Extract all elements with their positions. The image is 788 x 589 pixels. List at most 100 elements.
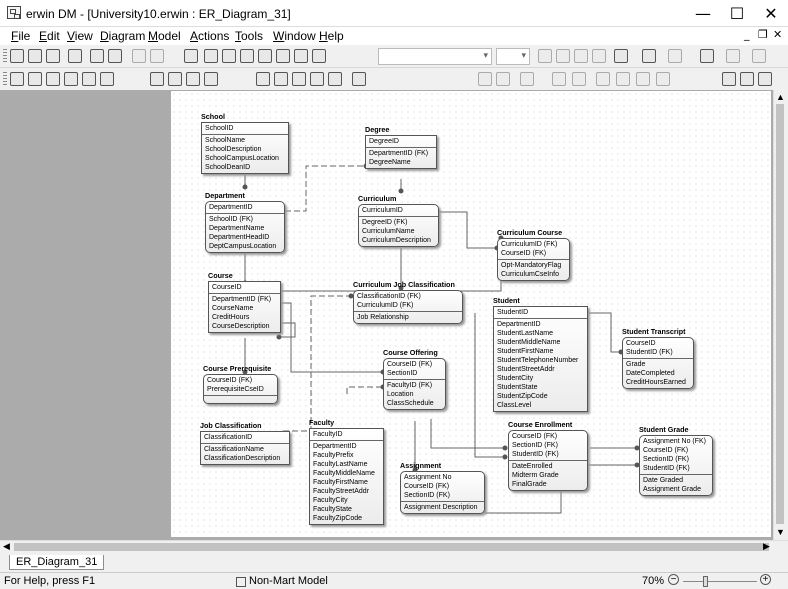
line-color-icon[interactable] bbox=[668, 49, 682, 63]
align-left-icon[interactable] bbox=[478, 72, 492, 86]
italic-icon[interactable] bbox=[556, 49, 570, 63]
entity-curriculum-job-classification[interactable]: Curriculum Job Classification Classifica… bbox=[353, 280, 463, 324]
zoom-slider-thumb[interactable] bbox=[703, 576, 708, 587]
menu-file[interactable]: File bbox=[11, 29, 30, 43]
save-icon[interactable] bbox=[46, 49, 60, 63]
line-style-icon[interactable] bbox=[700, 49, 714, 63]
zoom-selection-icon[interactable] bbox=[204, 72, 218, 86]
entity-faculty[interactable]: Faculty FacultyID DepartmentID FacultyPr… bbox=[309, 418, 384, 525]
entity-course-prerequisite[interactable]: Course Prerequisite CourseID (FK) Prereq… bbox=[203, 364, 278, 404]
zoom-out-button[interactable]: − bbox=[668, 574, 679, 585]
mdi-minimize-button[interactable]: _ bbox=[744, 28, 750, 41]
scroll-up-icon[interactable]: ▲ bbox=[776, 92, 785, 102]
scroll-right-icon[interactable]: ▶ bbox=[763, 541, 770, 552]
distribute-icon[interactable] bbox=[520, 72, 534, 86]
fill-color-icon[interactable] bbox=[642, 49, 656, 63]
font-size-dropdown[interactable] bbox=[496, 48, 530, 65]
pointer-icon[interactable] bbox=[184, 49, 198, 63]
entity-student-grade[interactable]: Student Grade Assignment No (FK) CourseI… bbox=[639, 425, 713, 496]
zoom-fit-icon[interactable] bbox=[186, 72, 200, 86]
model-tree-icon[interactable] bbox=[100, 72, 114, 86]
menu-tools[interactable]: Tools bbox=[235, 29, 263, 43]
bold-icon[interactable] bbox=[538, 49, 552, 63]
menu-help[interactable]: Help bbox=[319, 29, 344, 43]
replace-icon[interactable] bbox=[108, 49, 122, 63]
zoom-in-button[interactable]: + bbox=[760, 574, 771, 585]
toolbar-grip[interactable] bbox=[3, 72, 7, 87]
rotate-icon[interactable] bbox=[596, 72, 610, 86]
zoom-out-icon[interactable] bbox=[150, 72, 164, 86]
table-display-icon[interactable] bbox=[64, 72, 78, 86]
model-explorer-icon[interactable] bbox=[10, 72, 24, 86]
key-icon[interactable] bbox=[656, 72, 670, 86]
minimize-button[interactable]: — bbox=[686, 0, 720, 27]
reverse-engineer-icon[interactable] bbox=[740, 72, 754, 86]
horizontal-scroll-thumb[interactable] bbox=[14, 543, 769, 551]
group-icon[interactable] bbox=[552, 72, 566, 86]
maximize-button[interactable]: ☐ bbox=[720, 0, 754, 27]
strikeout-icon[interactable] bbox=[592, 49, 606, 63]
redo-icon[interactable] bbox=[150, 49, 164, 63]
new-icon[interactable] bbox=[10, 49, 24, 63]
font-name-dropdown[interactable] bbox=[378, 48, 492, 65]
toolbar-grip[interactable] bbox=[3, 49, 7, 64]
fk-display-icon[interactable] bbox=[310, 72, 324, 86]
entity-course-enrollment[interactable]: Course Enrollment CourseID (FK) SectionI… bbox=[508, 420, 588, 491]
entity-course[interactable]: Course CourseID DepartmentID (FK) Course… bbox=[208, 271, 281, 333]
scroll-left-icon[interactable]: ◀ bbox=[3, 541, 10, 552]
undo-icon[interactable] bbox=[132, 49, 146, 63]
subtype-icon[interactable] bbox=[312, 49, 326, 63]
alignment-icon[interactable] bbox=[752, 49, 766, 63]
mdi-close-button[interactable]: ✕ bbox=[773, 28, 782, 41]
scroll-down-icon[interactable]: ▼ bbox=[776, 527, 785, 537]
mdi-restore-button[interactable]: ❐ bbox=[758, 28, 768, 41]
layout-icon[interactable] bbox=[352, 72, 366, 86]
open-icon[interactable] bbox=[28, 49, 42, 63]
view-icon[interactable] bbox=[222, 49, 236, 63]
entity-student[interactable]: Student StudentID DepartmentID StudentLa… bbox=[493, 296, 588, 412]
menu-edit[interactable]: Edit bbox=[39, 29, 60, 43]
attribute-display-icon[interactable] bbox=[82, 72, 96, 86]
entity-icon[interactable] bbox=[204, 49, 218, 63]
entity-department[interactable]: Department DepartmentID SchoolID (FK) De… bbox=[205, 191, 285, 253]
display-level-icon[interactable] bbox=[274, 72, 288, 86]
menu-diagram[interactable]: Diagram bbox=[100, 29, 145, 43]
identifying-rel-icon[interactable] bbox=[240, 49, 254, 63]
order-icon[interactable] bbox=[616, 72, 630, 86]
physical-model-icon[interactable] bbox=[46, 72, 60, 86]
complete-compare-icon[interactable] bbox=[758, 72, 772, 86]
align-right-icon[interactable] bbox=[496, 72, 510, 86]
entity-display-icon[interactable] bbox=[256, 72, 270, 86]
forward-engineer-icon[interactable] bbox=[722, 72, 736, 86]
entity-degree[interactable]: Degree DegreeID DepartmentID (FK) Degree… bbox=[365, 125, 437, 169]
text-block-icon[interactable] bbox=[294, 49, 308, 63]
entity-curriculum[interactable]: Curriculum CurriculumID DegreeID (FK) Cu… bbox=[358, 194, 439, 247]
key-display-icon[interactable] bbox=[292, 72, 306, 86]
menu-view[interactable]: View bbox=[67, 29, 93, 43]
entity-student-transcript[interactable]: Student Transcript CourseID StudentID (F… bbox=[622, 327, 694, 389]
close-button[interactable]: ✕ bbox=[754, 0, 788, 27]
font-color-icon[interactable] bbox=[614, 49, 628, 63]
underline-icon[interactable] bbox=[574, 49, 588, 63]
pk-display-icon[interactable] bbox=[328, 72, 342, 86]
entity-curriculum-course[interactable]: Curriculum Course CurriculumID (FK) Cour… bbox=[497, 228, 570, 281]
zoom-slider[interactable] bbox=[683, 581, 757, 582]
ungroup-icon[interactable] bbox=[572, 72, 586, 86]
many-to-many-icon[interactable] bbox=[258, 49, 272, 63]
non-identifying-rel-icon[interactable] bbox=[276, 49, 290, 63]
find-icon[interactable] bbox=[90, 49, 104, 63]
menu-actions[interactable]: Actions bbox=[190, 29, 229, 43]
menu-model[interactable]: Model bbox=[148, 29, 181, 43]
zoom-in-icon[interactable] bbox=[168, 72, 182, 86]
entity-assignment[interactable]: Assignment Assignment No CourseID (FK) S… bbox=[400, 461, 485, 514]
logical-model-icon[interactable] bbox=[28, 72, 42, 86]
entity-course-offering[interactable]: Course Offering CourseID (FK) SectionID … bbox=[383, 348, 446, 410]
vertical-scroll-thumb[interactable] bbox=[776, 104, 784, 524]
print-icon[interactable] bbox=[68, 49, 82, 63]
entity-school[interactable]: School SchoolID SchoolName SchoolDescrip… bbox=[201, 112, 289, 174]
line-width-icon[interactable] bbox=[726, 49, 740, 63]
lock-icon[interactable] bbox=[636, 72, 650, 86]
menu-window[interactable]: Window bbox=[273, 29, 316, 43]
tab-er-diagram-31[interactable]: ER_Diagram_31 bbox=[9, 555, 105, 570]
entity-job-classification[interactable]: Job Classification ClassificationID Clas… bbox=[200, 421, 290, 465]
